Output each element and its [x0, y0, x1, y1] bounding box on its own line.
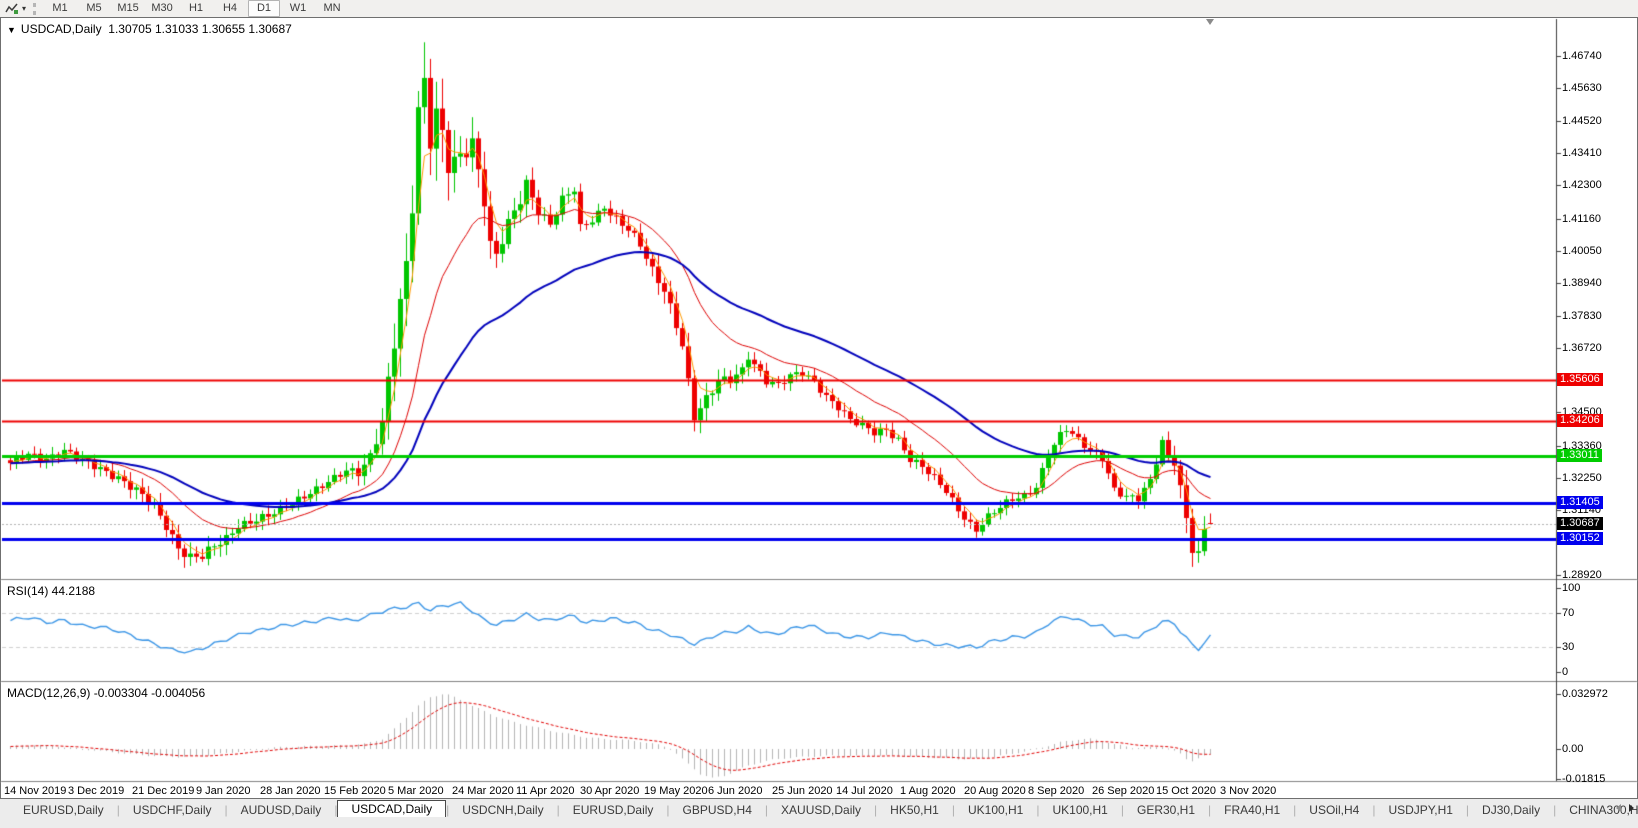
- chart-tab-audusd-daily[interactable]: AUDUSD,Daily: [228, 803, 335, 817]
- timeframe-toolbar: ▾ M1 M5 M15 M30 H1 H4 D1 W1 MN: [0, 0, 1638, 17]
- timeframe-button-mn[interactable]: MN: [316, 0, 348, 17]
- date-tick-label: 15 Feb 2020: [324, 785, 386, 797]
- price-tick-label: 1.40050: [1562, 244, 1602, 257]
- date-tick-label: 20 Aug 2020: [964, 785, 1026, 797]
- date-tick-label: 8 Sep 2020: [1028, 785, 1085, 797]
- price-tick-label: 1.37830: [1562, 309, 1602, 322]
- timeframe-button-m5[interactable]: M5: [78, 0, 110, 17]
- date-tick-label: 6 Jun 2020: [708, 785, 763, 797]
- chart-tab-eurusd-daily[interactable]: EURUSD,Daily: [560, 803, 667, 817]
- date-tick-label: 1 Aug 2020: [900, 785, 956, 797]
- price-tick-label: 1.45630: [1562, 82, 1602, 95]
- scroll-right-icon[interactable]: [1629, 804, 1634, 812]
- date-tick-label: 14 Jul 2020: [836, 785, 893, 797]
- chart-tab-ger30-h1[interactable]: GER30,H1: [1124, 803, 1208, 817]
- timeframe-button-d1[interactable]: D1: [248, 0, 281, 17]
- timeframe-button-w1[interactable]: W1: [282, 0, 314, 17]
- price-tick-label: 1.44520: [1562, 114, 1602, 127]
- date-tick-label: 19 May 2020: [644, 785, 708, 797]
- timeframe-button-m1[interactable]: M1: [44, 0, 76, 17]
- timeframe-button-m30[interactable]: M30: [146, 0, 178, 17]
- chart-shift-marker[interactable]: [1206, 19, 1214, 25]
- date-tick-label: 9 Jan 2020: [196, 785, 251, 797]
- rsi-tick-label: 30: [1562, 640, 1575, 653]
- mt4-application: ▾ M1 M5 M15 M30 H1 H4 D1 W1 MN ▼ USDCAD,Daily 1.3…: [0, 0, 1638, 828]
- date-tick-label: 3 Nov 2020: [1220, 785, 1277, 797]
- date-tick-label: 24 Mar 2020: [452, 785, 514, 797]
- chart-tools-icon[interactable]: [3, 2, 21, 15]
- tab-scroll-buttons: [1616, 804, 1634, 812]
- chart-tab-eurusd-daily[interactable]: EURUSD,Daily: [10, 803, 117, 817]
- price-tick-label: 1.36720: [1562, 341, 1602, 354]
- toolbar-grip[interactable]: [33, 2, 37, 15]
- chart-tab-usdjpy-h1[interactable]: USDJPY,H1: [1375, 803, 1465, 817]
- price-tick-label: 1.43410: [1562, 146, 1602, 159]
- chart-tab-usdcnh-daily[interactable]: USDCNH,Daily: [449, 803, 556, 817]
- chart-tab-uk100-h1[interactable]: UK100,H1: [1039, 803, 1120, 817]
- date-tick-label: 26 Sep 2020: [1092, 785, 1155, 797]
- chart-tab-dj30-daily[interactable]: DJ30,Daily: [1469, 803, 1553, 817]
- chart-tab-usdchf-daily[interactable]: USDCHF,Daily: [120, 803, 225, 817]
- rsi-tick-label: 70: [1562, 607, 1575, 620]
- level-price-label: 1.30152: [1557, 532, 1603, 546]
- rsi-tick-label: 100: [1562, 582, 1581, 594]
- timeframe-button-h4[interactable]: H4: [214, 0, 246, 17]
- chart-tabs: EURUSD,Daily | USDCHF,Daily | AUDUSD,Daily | U…: [10, 800, 1638, 817]
- current-price-label: 1.30687: [1557, 516, 1603, 530]
- triangle-down-icon[interactable]: ▼: [7, 25, 16, 35]
- date-tick-label: 25 Jun 2020: [772, 785, 833, 797]
- rsi-header: RSI(14) 44.2188: [7, 584, 96, 598]
- date-tick-label: 3 Dec 2019: [68, 785, 125, 797]
- macd-tick-label: -0.01815: [1562, 773, 1606, 786]
- macd-tick-label: 0.00: [1562, 743, 1584, 755]
- rsi-tick-label: 0: [1562, 666, 1569, 678]
- chart-symbol: USDCAD,Daily: [20, 22, 102, 36]
- price-tick-label: 1.28920: [1562, 569, 1602, 581]
- macd-header: MACD(12,26,9) -0.003304 -0.004056: [7, 686, 206, 700]
- chart-tab-uk100-h1[interactable]: UK100,H1: [955, 803, 1036, 817]
- date-tick-label: 15 Oct 2020: [1156, 785, 1216, 797]
- level-price-label: 1.35606: [1557, 373, 1603, 387]
- timeframe-buttons: M1 M5 M15 M30 H1 H4 D1 W1 MN: [43, 0, 349, 17]
- level-price-label: 1.34206: [1557, 414, 1603, 428]
- chart-tab-fra40-h1[interactable]: FRA40,H1: [1211, 803, 1293, 817]
- chart-tab-bar: EURUSD,Daily | USDCHF,Daily | AUDUSD,Daily | U…: [0, 800, 1638, 817]
- level-price-label: 1.33011: [1557, 448, 1602, 462]
- price-tick-label: 1.38940: [1562, 277, 1602, 290]
- date-tick-label: 30 Apr 2020: [580, 785, 640, 797]
- level-price-label: 1.31405: [1557, 495, 1603, 509]
- chevron-down-icon[interactable]: ▾: [22, 4, 26, 13]
- chart-ohlc-quote: 1.30705 1.31033 1.30655 1.30687: [108, 22, 292, 36]
- price-tick-label: 1.46740: [1562, 50, 1602, 62]
- chart-tab-usdcad-daily[interactable]: USDCAD,Daily: [337, 800, 447, 817]
- chart-tab-gbpusd-h4[interactable]: GBPUSD,H4: [670, 803, 765, 817]
- chart-tab-usoil-h4[interactable]: USOil,H4: [1296, 803, 1372, 817]
- date-tick-label: 11 Apr 2020: [516, 785, 575, 797]
- date-tick-label: 21 Dec 2019: [132, 785, 195, 797]
- scroll-left-icon[interactable]: [1616, 804, 1621, 812]
- timeframe-button-h1[interactable]: H1: [180, 0, 212, 17]
- date-tick-label: 14 Nov 2019: [4, 785, 67, 797]
- chart-tab-hk50-h1[interactable]: HK50,H1: [877, 803, 952, 817]
- date-tick-label: 28 Jan 2020: [260, 785, 321, 797]
- timeframe-button-m15[interactable]: M15: [112, 0, 144, 17]
- price-tick-label: 1.41160: [1562, 212, 1601, 225]
- price-tick-label: 1.32250: [1562, 472, 1602, 485]
- price-tick-label: 1.42300: [1562, 179, 1602, 192]
- chart-plot-area[interactable]: [0, 17, 1638, 800]
- chart-tab-xauusd-daily[interactable]: XAUUSD,Daily: [768, 803, 874, 817]
- macd-tick-label: 0.032972: [1562, 688, 1608, 701]
- date-tick-label: 5 Mar 2020: [388, 785, 444, 797]
- chart-title: ▼ USDCAD,Daily 1.30705 1.31033 1.30655 1.…: [7, 22, 292, 36]
